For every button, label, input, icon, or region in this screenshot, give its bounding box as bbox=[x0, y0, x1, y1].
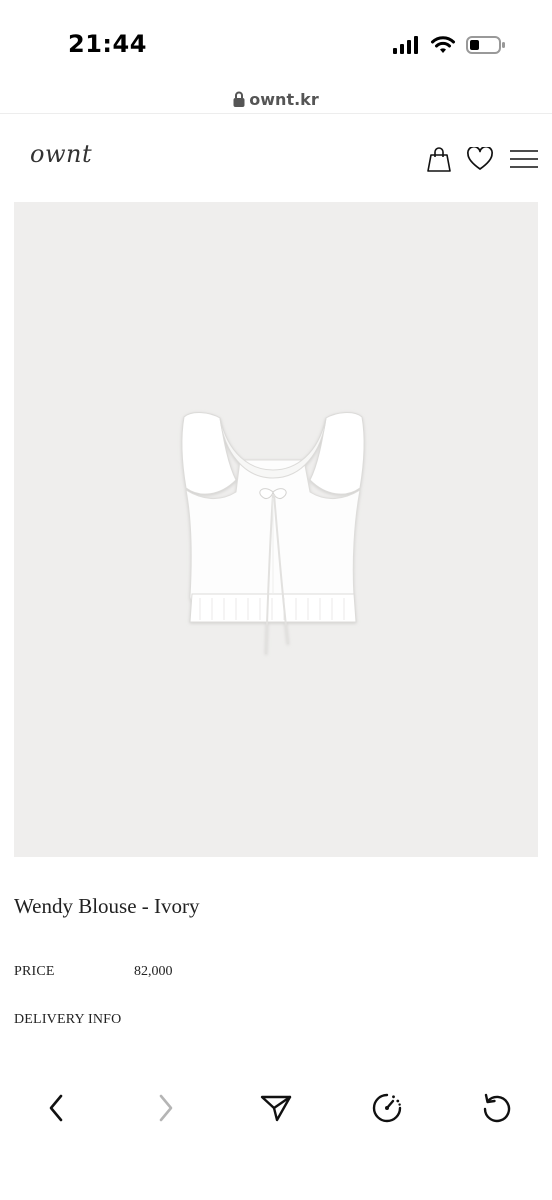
status-icons bbox=[392, 33, 506, 57]
shopping-bag-icon bbox=[427, 147, 451, 172]
back-button[interactable] bbox=[36, 1088, 76, 1128]
menu-button[interactable] bbox=[509, 144, 539, 174]
wishlist-button[interactable] bbox=[465, 144, 495, 174]
refresh-icon bbox=[483, 1093, 511, 1123]
status-bar: 21:44 bbox=[0, 0, 552, 84]
cart-button[interactable] bbox=[424, 144, 454, 174]
speed-button[interactable] bbox=[367, 1088, 407, 1128]
status-time: 21:44 bbox=[68, 30, 147, 58]
price-label: PRICE bbox=[14, 964, 55, 979]
product-title: Wendy Blouse - Ivory bbox=[14, 894, 200, 918]
address-bar[interactable]: ownt.kr bbox=[0, 84, 552, 114]
battery-icon bbox=[466, 36, 505, 54]
menu-icon bbox=[510, 150, 538, 168]
product-image[interactable] bbox=[14, 202, 538, 857]
share-button[interactable] bbox=[256, 1088, 296, 1128]
refresh-button[interactable] bbox=[477, 1088, 517, 1128]
heart-icon bbox=[467, 147, 493, 170]
lock-icon bbox=[233, 91, 245, 107]
url-text: ownt.kr bbox=[249, 89, 319, 109]
blouse-image bbox=[181, 412, 365, 655]
back-icon bbox=[49, 1094, 63, 1122]
forward-button[interactable] bbox=[146, 1088, 186, 1128]
forward-icon bbox=[159, 1094, 173, 1122]
wifi-icon bbox=[431, 35, 455, 53]
speedometer-icon bbox=[372, 1093, 402, 1123]
price-value: 82,000 bbox=[134, 964, 173, 979]
site-header: ownt bbox=[0, 130, 552, 186]
browser-toolbar bbox=[0, 1070, 552, 1142]
divider bbox=[0, 113, 552, 114]
cellular-signal-icon bbox=[393, 36, 418, 54]
site-logo[interactable]: ownt bbox=[30, 140, 92, 168]
delivery-info-link[interactable]: DELIVERY INFO bbox=[14, 1012, 121, 1028]
share-icon bbox=[260, 1095, 292, 1122]
